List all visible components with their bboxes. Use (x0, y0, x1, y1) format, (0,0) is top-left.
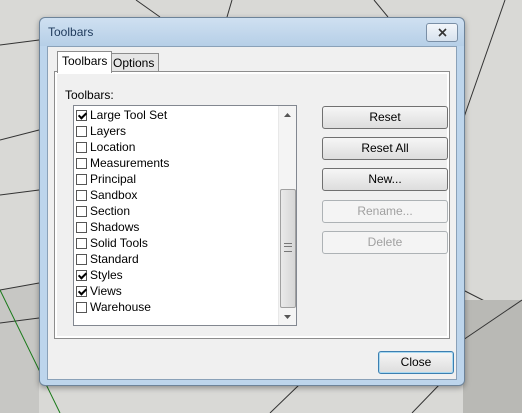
toolbar-item[interactable]: Large Tool Set (74, 107, 278, 123)
tab-panel: Toolbars: Large Tool Set Layers Location Me… (54, 71, 450, 339)
toolbars-list: Large Tool Set Layers Location Measurements… (74, 107, 278, 315)
toolbars-dialog: Toolbars Toolbars Options Toolbars: Larg… (39, 17, 465, 386)
toolbar-item[interactable]: Principal (74, 171, 278, 187)
toolbar-item[interactable]: Sandbox (74, 187, 278, 203)
toolbar-checkbox[interactable] (76, 253, 87, 265)
window-close-button[interactable] (426, 23, 458, 42)
toolbar-item-label: Sandbox (90, 188, 138, 202)
toolbar-checkbox[interactable] (76, 221, 87, 233)
toolbar-item[interactable]: Section (74, 203, 278, 219)
window-title: Toolbars (48, 25, 94, 39)
close-button[interactable]: Close (378, 351, 454, 374)
toolbars-listbox[interactable]: Large Tool Set Layers Location Measurements… (73, 105, 297, 326)
toolbar-checkbox[interactable] (76, 125, 87, 137)
toolbar-item-label: Section (90, 204, 131, 218)
toolbar-item-label: Standard (90, 252, 139, 266)
reset-button[interactable]: Reset (322, 106, 448, 129)
toolbar-checkbox[interactable] (76, 109, 87, 121)
grip-icon (284, 243, 292, 252)
toolbar-item-label: Shadows (90, 220, 140, 234)
toolbars-label: Toolbars: (65, 88, 114, 102)
new-button[interactable]: New... (322, 168, 448, 191)
rename-button[interactable]: Rename... (322, 200, 448, 223)
toolbar-checkbox[interactable] (76, 173, 87, 185)
scroll-up-button[interactable] (279, 106, 296, 123)
toolbar-item[interactable]: Shadows (74, 219, 278, 235)
toolbar-item[interactable]: Layers (74, 123, 278, 139)
toolbar-item-label: Large Tool Set (90, 108, 168, 122)
vertical-scrollbar[interactable] (278, 106, 296, 325)
scroll-down-button[interactable] (279, 308, 296, 325)
delete-button[interactable]: Delete (322, 231, 448, 254)
toolbar-checkbox[interactable] (76, 285, 87, 297)
toolbar-item-label: Layers (90, 124, 127, 138)
toolbar-checkbox[interactable] (76, 301, 87, 313)
toolbar-item[interactable]: Location (74, 139, 278, 155)
toolbar-item[interactable]: Standard (74, 251, 278, 267)
toolbar-checkbox[interactable] (76, 141, 87, 153)
toolbar-item-label: Principal (90, 172, 137, 186)
toolbar-item-label: Styles (90, 268, 123, 282)
toolbar-item-label: Views (90, 284, 122, 298)
toolbar-item[interactable]: Solid Tools (74, 235, 278, 251)
toolbar-item-label: Measurements (90, 156, 170, 170)
toolbar-item[interactable]: Styles (74, 267, 278, 283)
toolbar-item[interactable]: Views (74, 283, 278, 299)
toolbar-checkbox[interactable] (76, 237, 87, 249)
title-bar[interactable]: Toolbars (40, 18, 464, 46)
toolbar-checkbox[interactable] (76, 269, 87, 281)
arrow-up-icon (284, 112, 291, 117)
toolbar-item[interactable]: Warehouse (74, 299, 278, 315)
toolbar-checkbox[interactable] (76, 157, 87, 169)
toolbar-item-label: Location (90, 140, 136, 154)
tab-options[interactable]: Options (108, 53, 160, 73)
toolbar-checkbox[interactable] (76, 189, 87, 201)
scroll-thumb[interactable] (280, 189, 296, 308)
toolbar-item[interactable]: Measurements (74, 155, 278, 171)
toolbar-item-label: Warehouse (90, 300, 151, 314)
dialog-client-area: Toolbars Options Toolbars: Large Tool Se… (47, 46, 457, 380)
arrow-down-icon (284, 314, 291, 319)
close-icon (437, 28, 447, 37)
toolbar-item-label: Solid Tools (90, 236, 148, 250)
reset-all-button[interactable]: Reset All (322, 137, 448, 160)
toolbar-checkbox[interactable] (76, 205, 87, 217)
tab-toolbars[interactable]: Toolbars (57, 51, 113, 73)
